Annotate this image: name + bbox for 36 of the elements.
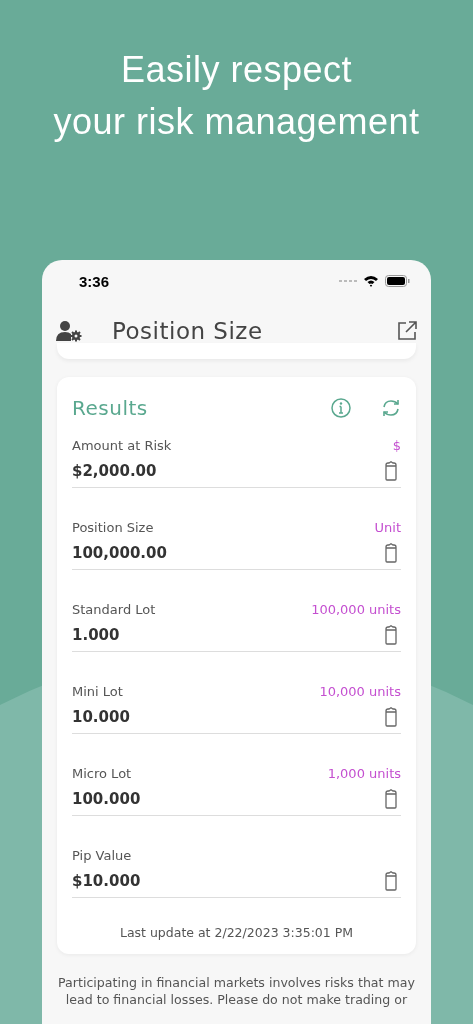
clipboard-icon[interactable]: [384, 707, 398, 727]
clipboard-icon[interactable]: [384, 789, 398, 809]
clipboard-icon[interactable]: [384, 543, 398, 563]
user-settings-icon[interactable]: [56, 320, 82, 342]
field-label: Pip Value: [72, 847, 132, 863]
refresh-icon[interactable]: [381, 398, 401, 418]
disclaimer-text: Participating in financial markets involves risks that may lead to financial losses. Please do not make trading or: [57, 974, 416, 1008]
wifi-icon: [363, 275, 379, 287]
result-value: 1.000: [72, 626, 120, 644]
clipboard-icon[interactable]: [384, 461, 398, 481]
unit-label: $: [392, 437, 401, 453]
battery-icon: [385, 275, 410, 287]
headline: Easily respect your risk management: [53, 48, 420, 144]
unit-label: 100,000 units: [311, 601, 401, 617]
result-value: $2,000.00: [72, 462, 157, 480]
result-value: 100.000: [72, 790, 141, 808]
field-label: Micro Lot: [72, 765, 132, 781]
result-value: 100,000.00: [72, 544, 167, 562]
result-value: $10.000: [72, 872, 141, 890]
field-label: Position Size: [72, 519, 154, 535]
field-label: Amount at Risk: [72, 437, 172, 453]
unit-label: Unit: [374, 519, 401, 535]
field-label: Mini Lot: [72, 683, 123, 699]
clipboard-icon[interactable]: [384, 625, 398, 645]
signal-icon: [339, 279, 357, 283]
external-link-icon[interactable]: [396, 320, 418, 342]
info-icon[interactable]: [331, 398, 351, 418]
last-update-text: Last update at 2/22/2023 3:35:01 PM: [118, 925, 355, 940]
result-value: 10.000: [72, 708, 130, 726]
clipboard-icon[interactable]: [384, 871, 398, 891]
unit-label: 1,000 units: [327, 765, 401, 781]
status-time: 3:36: [79, 272, 110, 290]
screen-title: Position Size: [112, 318, 264, 344]
card-title: Results: [72, 396, 149, 420]
field-label: Standard Lot: [72, 601, 156, 617]
unit-label: 10,000 units: [319, 683, 401, 699]
